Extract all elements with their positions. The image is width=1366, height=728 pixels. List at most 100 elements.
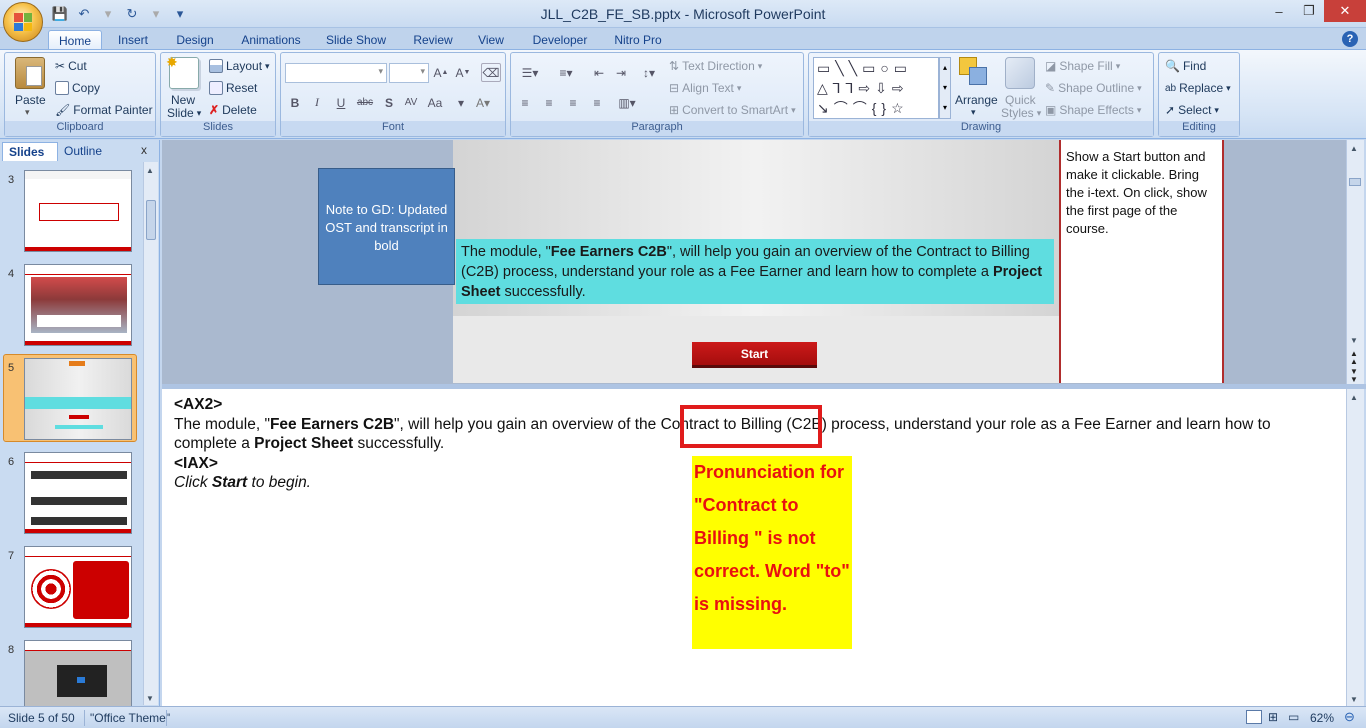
quick-styles-button[interactable]: Styles ▾ [1001, 106, 1041, 120]
clear-formatting-icon[interactable]: ⌫ [481, 63, 501, 82]
align-text-button[interactable]: ⊟ Align Text ▾ [669, 81, 741, 95]
slides-pane-scrollbar[interactable]: ▲ ▼ [143, 162, 158, 705]
shape-fill-button[interactable]: ◪ Shape Fill ▾ [1045, 59, 1120, 73]
select-button[interactable]: ➚ Select ▾ [1165, 103, 1219, 117]
layout-button[interactable]: Layout ▾ [209, 59, 270, 73]
dropdown-arrow-icon: ▾ [1226, 82, 1231, 93]
shapes-gallery[interactable]: ▭╲╲▭○▭ △⅂⅂⇨⇩⇨ ↘⌒⌒{}☆ [813, 57, 939, 119]
text-direction-button[interactable]: ⇅ Text Direction ▾ [669, 59, 762, 73]
tab-slide-show[interactable]: Slide Show [320, 30, 392, 50]
font-name-combo[interactable]: ▾ [285, 63, 387, 83]
slide-show-icon[interactable]: ▭ [1288, 710, 1299, 724]
text-shadow-icon[interactable]: S [379, 93, 399, 112]
slide-vertical-scrollbar[interactable]: ▲ ▼ ▲ ▲ ▼ ▼ [1346, 140, 1364, 385]
next-slide-icon[interactable]: ▼ ▼ [1350, 368, 1358, 384]
change-case-icon[interactable]: Aa [425, 93, 445, 112]
slide-thumbnail-7[interactable] [24, 546, 132, 628]
module-intro-textbox[interactable]: The module, "Fee Earners C2B", will help… [456, 239, 1054, 304]
gd-instruction-note[interactable]: Show a Start button and make it clickabl… [1059, 140, 1224, 383]
slide-thumbnail-4[interactable] [24, 264, 132, 346]
tab-insert[interactable]: Insert [108, 30, 158, 50]
slide-thumbnail-3[interactable] [24, 170, 132, 252]
status-bar: Slide 5 of 50 "Office Theme" ⊞ ▭ 62% ⊖ [0, 706, 1366, 728]
numbering-icon[interactable]: ≡▾ [551, 63, 581, 82]
office-button[interactable] [3, 2, 43, 42]
zoom-level[interactable]: 62% [1310, 711, 1334, 725]
italic-icon[interactable]: I [307, 93, 327, 112]
grow-font-icon[interactable]: A ▲ [431, 63, 451, 82]
zoom-out-icon[interactable]: ⊖ [1344, 709, 1355, 725]
replace-label: Replace [1179, 81, 1224, 95]
tab-view[interactable]: View [470, 30, 512, 50]
justify-icon[interactable]: ≡ [587, 93, 607, 112]
close-pane-icon[interactable]: x [141, 143, 147, 157]
minimize-button[interactable]: – [1264, 0, 1294, 22]
cut-button[interactable]: ✂ Cut [55, 59, 87, 73]
copy-button[interactable]: Copy [55, 81, 100, 95]
scroll-down-icon[interactable]: ▼ [146, 694, 154, 703]
dropdown-arrow-icon[interactable]: ▾ [971, 107, 976, 118]
normal-view-icon[interactable] [1246, 710, 1262, 724]
scroll-down-icon[interactable]: ▼ [1350, 695, 1358, 704]
underline-icon[interactable]: U [331, 93, 351, 112]
character-spacing-icon[interactable]: AV [401, 93, 421, 112]
shape-effects-button[interactable]: ▣ Shape Effects ▾ [1045, 103, 1141, 117]
paste-button[interactable]: Paste [15, 93, 46, 107]
scroll-thumb[interactable] [1349, 178, 1361, 186]
align-center-icon[interactable]: ≡ [539, 93, 559, 112]
help-icon[interactable]: ? [1342, 31, 1358, 47]
scroll-thumb[interactable] [146, 200, 156, 240]
tab-home[interactable]: Home [48, 30, 102, 50]
tab-animations[interactable]: Animations [232, 30, 310, 50]
format-painter-button[interactable]: 🖌 Format Painter [55, 103, 153, 117]
thumbnail-number: 5 [8, 362, 15, 374]
new-slide-label-1[interactable]: New [171, 93, 195, 107]
align-left-icon[interactable]: ≡ [515, 93, 535, 112]
tab-nitro-pro[interactable]: Nitro Pro [606, 30, 670, 50]
note-to-gd-box[interactable]: Note to GD: Updated OST and transcript i… [318, 168, 455, 285]
shape-outline-button[interactable]: ✎ Shape Outline ▾ [1045, 81, 1142, 95]
find-button[interactable]: 🔍 Find [1165, 59, 1206, 73]
font-color-icon[interactable]: A▾ [473, 93, 493, 112]
paste-dropdown-icon[interactable]: ▾ [25, 107, 30, 118]
shapes-gallery-scroll[interactable]: ▴ ▾ ▾ [939, 57, 951, 119]
scissors-icon: ✂ [55, 59, 66, 73]
font-size-combo[interactable]: ▾ [389, 63, 429, 83]
bold-icon[interactable]: B [285, 93, 305, 112]
strikethrough-icon[interactable]: abc [355, 93, 375, 112]
dropdown-arrow-icon[interactable]: ▾ [451, 93, 471, 112]
quick-styles-label-1[interactable]: Quick [1005, 93, 1036, 107]
delete-button[interactable]: ✗ Delete [209, 103, 257, 117]
scroll-up-icon[interactable]: ▲ [146, 166, 154, 175]
columns-icon[interactable]: ▥▾ [613, 93, 641, 112]
tab-developer[interactable]: Developer [526, 30, 594, 50]
previous-slide-icon[interactable]: ▲ ▲ [1350, 350, 1358, 366]
start-button[interactable]: Start [692, 342, 817, 368]
scroll-down-icon[interactable]: ▼ [1350, 336, 1358, 345]
align-right-icon[interactable]: ≡ [563, 93, 583, 112]
scroll-up-icon[interactable]: ▲ [1350, 393, 1358, 402]
reset-button[interactable]: Reset [209, 81, 257, 95]
increase-indent-icon[interactable]: ⇥ [611, 63, 631, 82]
editing-group-label: Editing [1159, 121, 1239, 136]
new-slide-button[interactable]: Slide ▾ [167, 106, 201, 120]
scroll-up-icon[interactable]: ▲ [1350, 144, 1358, 153]
tab-review[interactable]: Review [404, 30, 462, 50]
slide-thumbnail-5[interactable] [24, 358, 132, 440]
tab-outline[interactable]: Outline [58, 142, 132, 161]
convert-smartart-button[interactable]: ⊞ Convert to SmartArt ▾ [669, 103, 796, 117]
notes-vertical-scrollbar[interactable]: ▲ ▼ [1346, 389, 1364, 706]
arrange-button[interactable]: Arrange [955, 93, 998, 107]
decrease-indent-icon[interactable]: ⇤ [589, 63, 609, 82]
replace-button[interactable]: ab Replace ▾ [1165, 81, 1231, 95]
line-spacing-icon[interactable]: ↕▾ [635, 63, 663, 82]
shrink-font-icon[interactable]: A ▼ [453, 63, 473, 82]
close-button[interactable]: ✕ [1324, 0, 1366, 22]
bullets-icon[interactable]: ☰▾ [515, 63, 545, 82]
shape-effects-icon: ▣ [1045, 103, 1057, 117]
restore-button[interactable]: ❐ [1294, 0, 1324, 22]
slide-thumbnail-6[interactable] [24, 452, 132, 534]
slide-sorter-icon[interactable]: ⊞ [1268, 710, 1278, 724]
tab-slides[interactable]: Slides [2, 142, 58, 161]
tab-design[interactable]: Design [168, 30, 222, 50]
